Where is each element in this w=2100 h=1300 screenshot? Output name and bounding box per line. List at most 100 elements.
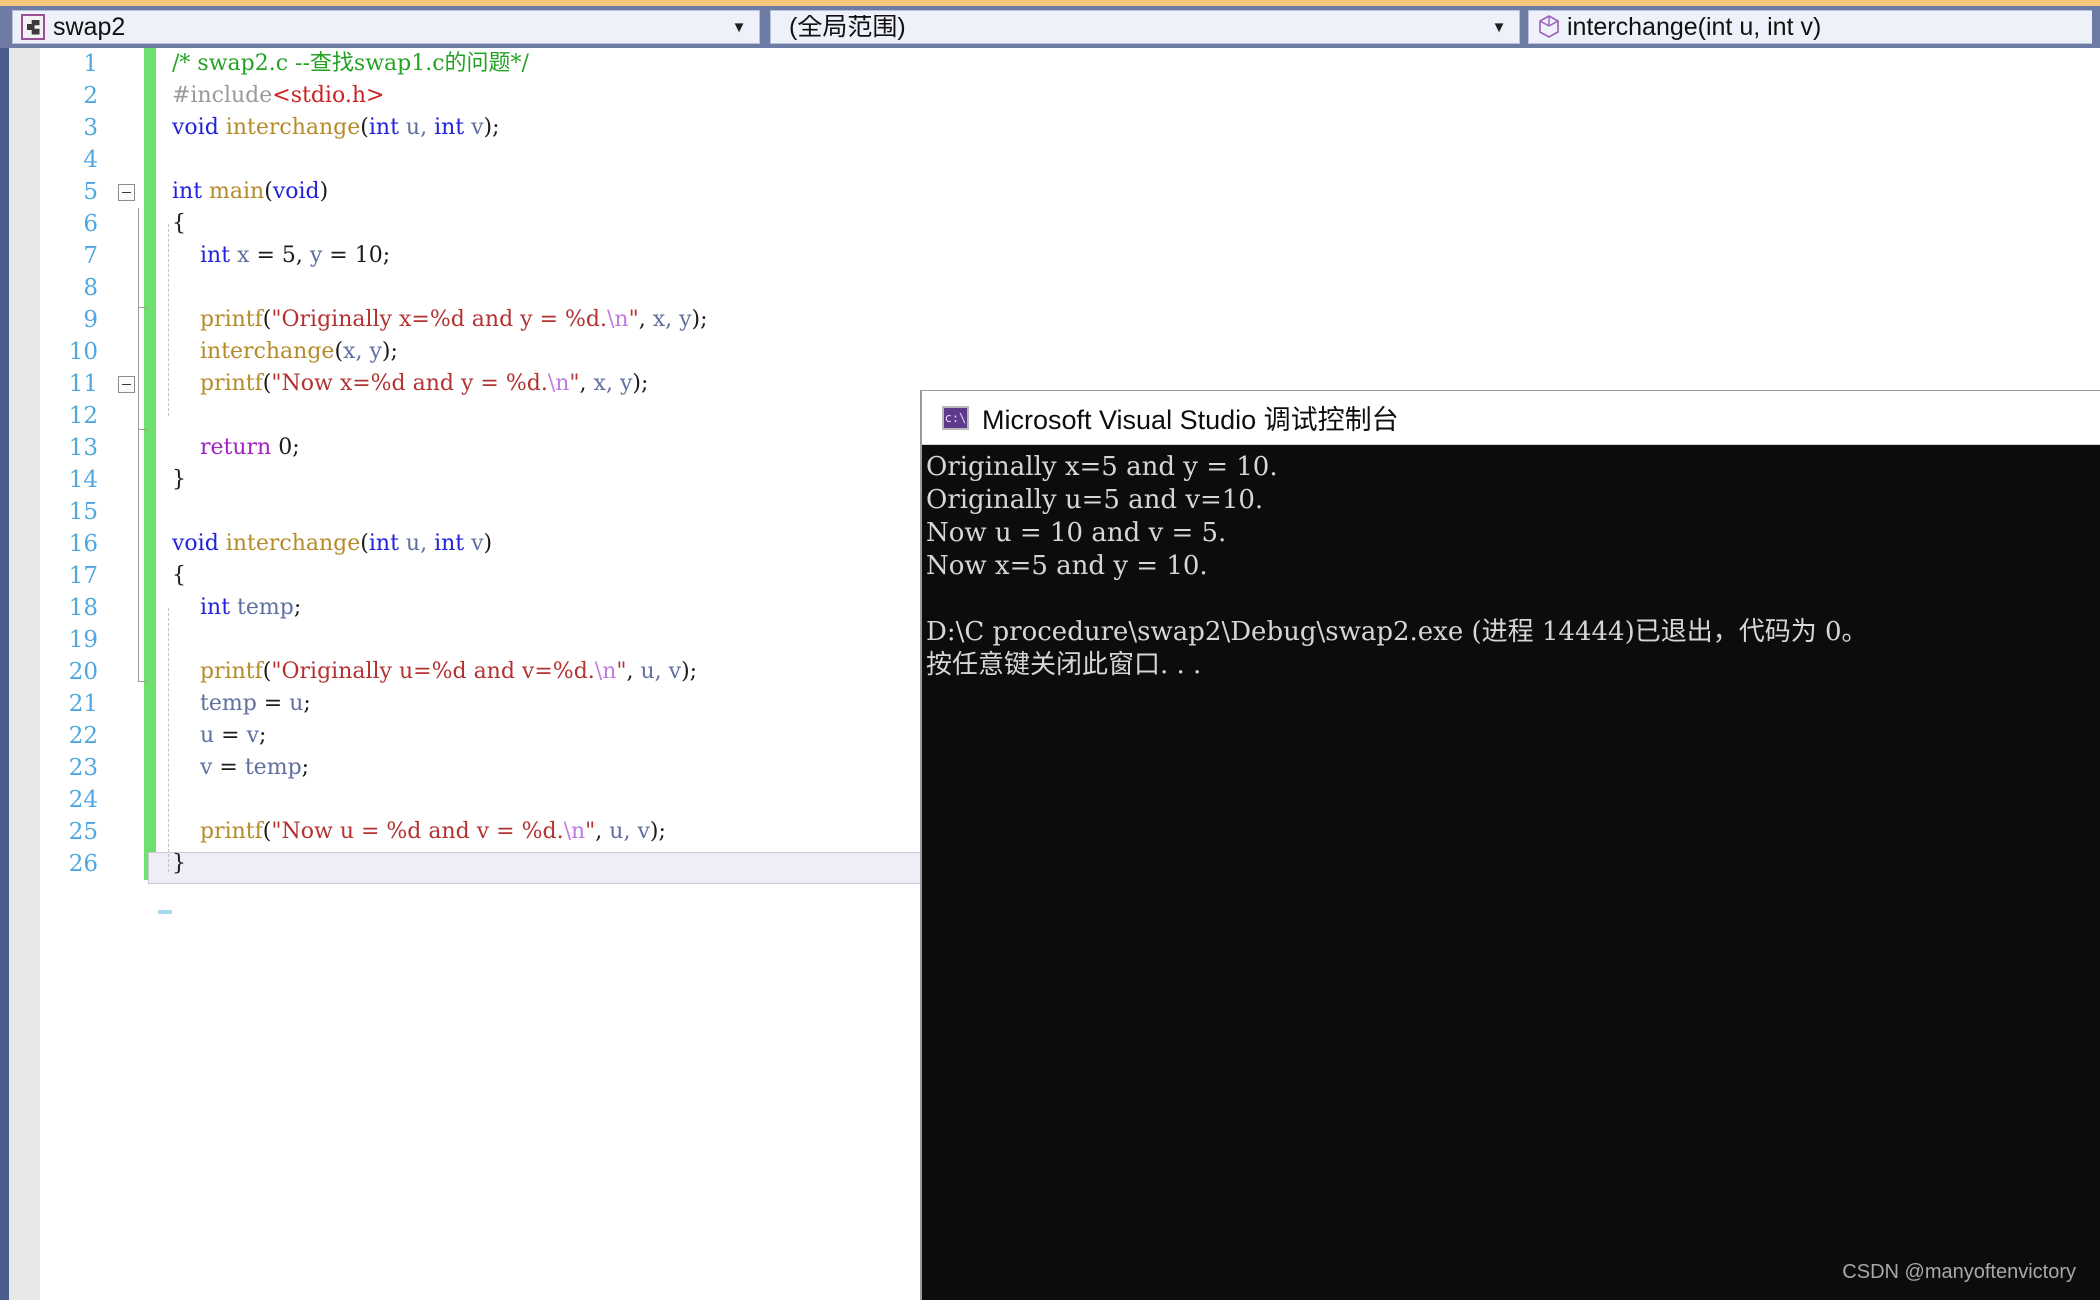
code-token: interchange bbox=[199, 339, 335, 364]
code-line[interactable]: 8 bbox=[83, 272, 2100, 304]
code-token: "Originally x=%d and y = %d. bbox=[271, 307, 607, 332]
line-number: 23 bbox=[68, 755, 98, 781]
code-token: ); bbox=[632, 371, 649, 396]
code-token: "Now x=%d and y = %d. bbox=[271, 371, 548, 396]
code-line[interactable]: 4 bbox=[83, 144, 2100, 176]
code-token: = bbox=[219, 755, 245, 780]
code-token: printf bbox=[199, 371, 263, 396]
code-line[interactable]: 1 /* swap2.c --查找swap1.c的问题*/ bbox=[83, 48, 2100, 80]
code-token: ; bbox=[301, 755, 310, 780]
line-number: 18 bbox=[68, 595, 98, 621]
console-output-line: Now x=5 and y = 10. bbox=[926, 551, 1208, 581]
line-number: 3 bbox=[83, 115, 98, 141]
line-number: 8 bbox=[83, 275, 98, 301]
code-line[interactable]: 6{ bbox=[83, 208, 2100, 240]
member-dropdown-label: interchange(int u, int v) bbox=[1567, 14, 1822, 40]
code-token: <stdio.h> bbox=[272, 83, 385, 108]
code-line-text: int x = 5, y = 10; bbox=[172, 240, 390, 272]
line-number: 1 bbox=[83, 51, 98, 77]
line-number: 25 bbox=[68, 819, 98, 845]
debug-console-window[interactable]: c:\ Microsoft Visual Studio 调试控制台 Origin… bbox=[920, 390, 2100, 1300]
line-number: 9 bbox=[83, 307, 98, 333]
code-token: ; bbox=[382, 243, 391, 268]
code-line[interactable]: 7 int x = 5, y = 10; bbox=[83, 240, 2100, 272]
member-dropdown[interactable]: interchange(int u, int v) bbox=[1528, 10, 2092, 44]
console-output-line: Originally u=5 and v=10. bbox=[926, 485, 1264, 515]
code-token: int bbox=[199, 243, 231, 268]
code-token: ); bbox=[681, 659, 698, 684]
code-line-text: temp = u; bbox=[172, 688, 311, 720]
code-token: ) bbox=[483, 531, 493, 556]
chevron-down-icon[interactable]: ▼ bbox=[725, 19, 759, 36]
project-dropdown[interactable]: swap2 ▼ bbox=[12, 10, 760, 44]
console-cmd-icon: c:\ bbox=[942, 405, 969, 430]
line-number: 5 bbox=[83, 179, 98, 205]
console-title-bar[interactable]: c:\ Microsoft Visual Studio 调试控制台 bbox=[922, 391, 2100, 445]
code-line-text: int temp; bbox=[172, 592, 301, 624]
console-output-line: Originally x=5 and y = 10. bbox=[926, 452, 1278, 482]
code-token: v bbox=[464, 115, 484, 140]
line-number: 19 bbox=[68, 627, 98, 653]
code-token: printf bbox=[199, 659, 263, 684]
line-number: 6 bbox=[83, 211, 98, 237]
code-line[interactable]: 2 #include<stdio.h> bbox=[83, 80, 2100, 112]
code-token: , bbox=[626, 659, 641, 684]
code-token: \n bbox=[594, 659, 617, 684]
project-dropdown-label: swap2 bbox=[53, 14, 126, 40]
line-number: 21 bbox=[68, 691, 98, 717]
code-token: u bbox=[289, 691, 304, 716]
code-token: #include bbox=[172, 83, 273, 108]
code-line[interactable]: 3 void interchange(int u, int v); bbox=[83, 112, 2100, 144]
code-token: interchange bbox=[225, 531, 361, 556]
breakpoint-margin[interactable] bbox=[9, 48, 40, 1300]
code-line-text: interchange(x, y); bbox=[172, 336, 398, 368]
code-token: \n bbox=[547, 371, 570, 396]
code-token: " bbox=[569, 371, 580, 396]
code-token: , bbox=[295, 243, 310, 268]
code-token: x, y bbox=[652, 307, 692, 332]
console-title-text: Microsoft Visual Studio 调试控制台 bbox=[982, 405, 1399, 435]
code-token: void bbox=[172, 115, 219, 140]
code-token: = bbox=[329, 243, 355, 268]
code-token: void bbox=[172, 531, 219, 556]
code-token: " bbox=[616, 659, 627, 684]
project-icon bbox=[21, 14, 47, 40]
code-line-text: printf("Now u = %d and v = %d.\n", u, v)… bbox=[172, 816, 666, 848]
code-token: temp bbox=[199, 691, 264, 716]
code-line-text: } bbox=[172, 464, 186, 496]
console-output-line: Now u = 10 and v = 5. bbox=[926, 518, 1227, 548]
console-output-line: D:\C procedure\swap2\Debug\swap2.exe (进程… bbox=[926, 617, 1868, 647]
code-token: { bbox=[172, 563, 186, 588]
code-token: int bbox=[199, 595, 231, 620]
code-line[interactable]: 9 printf("Originally x=%d and y = %d.\n"… bbox=[83, 304, 2100, 336]
code-token: ( bbox=[360, 115, 369, 140]
code-token: u, bbox=[398, 531, 435, 556]
code-line-text: printf("Now x=%d and y = %d.\n", x, y); bbox=[172, 368, 648, 400]
code-token: ); bbox=[649, 819, 666, 844]
code-token: \n bbox=[563, 819, 586, 844]
code-token: ( bbox=[360, 531, 369, 556]
code-token: = bbox=[256, 243, 282, 268]
code-token: ; bbox=[303, 691, 311, 716]
code-line-text: { bbox=[172, 208, 186, 240]
code-token: , bbox=[638, 307, 653, 332]
code-line[interactable]: 10 interchange(x, y); bbox=[69, 336, 2100, 368]
code-line-text: return 0; bbox=[172, 432, 300, 464]
line-number: 24 bbox=[68, 787, 98, 813]
chevron-down-icon[interactable]: ▼ bbox=[1485, 19, 1519, 36]
line-number: 16 bbox=[68, 531, 98, 557]
code-line[interactable]: 5 int main(void) bbox=[83, 176, 2100, 208]
code-token: void bbox=[272, 179, 320, 204]
code-token: x, y bbox=[593, 371, 633, 396]
code-line-text: } bbox=[172, 848, 186, 880]
scope-dropdown[interactable]: (全局范围) ▼ bbox=[770, 10, 1520, 44]
